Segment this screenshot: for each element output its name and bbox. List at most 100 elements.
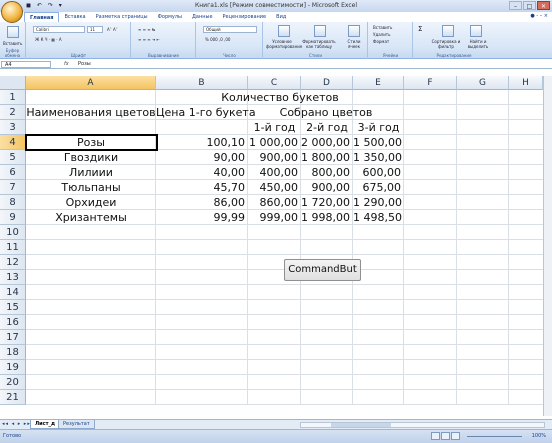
page-layout-view-button[interactable] xyxy=(441,432,450,440)
format-table-icon[interactable] xyxy=(314,25,326,37)
tab-insert[interactable]: Вставка xyxy=(59,12,90,22)
cell-a5[interactable]: Гвоздики xyxy=(26,150,156,165)
page-break-view-button[interactable] xyxy=(451,432,460,440)
sheet-nav-arrows[interactable]: ◂◂ ◂ ▸ ▸▸ xyxy=(2,421,31,427)
cell-b7[interactable]: 45,70 xyxy=(156,180,248,195)
tab-data[interactable]: Данные xyxy=(187,12,218,22)
cell-b2[interactable]: Цена 1-го букета xyxy=(156,105,256,120)
format-table-button[interactable]: Форматировать как таблицу xyxy=(300,39,338,49)
row-header-17[interactable]: 17 xyxy=(0,330,26,345)
paste-icon[interactable] xyxy=(7,26,19,38)
row-header-6[interactable]: 6 xyxy=(0,165,26,180)
office-button[interactable] xyxy=(1,1,23,23)
cell-c5[interactable]: 900,00 xyxy=(248,150,301,165)
formula-input[interactable]: Розы xyxy=(78,60,91,69)
row-header-12[interactable]: 12 xyxy=(0,255,26,270)
insert-cells-button[interactable]: Вставить xyxy=(373,25,392,30)
align-row-1[interactable]: ≡ ≡ ≡ ↹ xyxy=(138,27,155,32)
cell-d5[interactable]: 1 800,00 xyxy=(301,150,353,165)
cell-b9[interactable]: 99,99 xyxy=(156,210,248,225)
horizontal-scrollbar[interactable] xyxy=(300,422,545,428)
cell-e8[interactable]: 1 290,00 xyxy=(353,195,404,210)
zoom-level[interactable]: 100% xyxy=(532,433,546,439)
row-header-4[interactable]: 4 xyxy=(0,135,26,150)
cell-d9[interactable]: 1 998,00 xyxy=(301,210,353,225)
font-size-select[interactable]: 11 xyxy=(87,26,103,33)
font-style-row[interactable]: Ж К Ч · ▦ · A xyxy=(35,37,62,42)
column-header-c[interactable]: C xyxy=(248,76,301,90)
sheet-tab-list-d[interactable]: Лист_д xyxy=(30,420,61,429)
row-header-7[interactable]: 7 xyxy=(0,180,26,195)
cell-a6[interactable]: Лилиии xyxy=(26,165,156,180)
paste-button[interactable]: Вставить xyxy=(3,41,22,46)
row-header-21[interactable]: 21 xyxy=(0,390,26,405)
cell-styles-button[interactable]: Стили ячеек xyxy=(342,39,366,49)
find-select-button[interactable]: Найти и выделить xyxy=(464,39,492,49)
row-header-15[interactable]: 15 xyxy=(0,300,26,315)
cell-a8[interactable]: Орхидеи xyxy=(26,195,156,210)
align-row-2[interactable]: ≡ ≡ ≡ ⇥ ⇤ xyxy=(138,37,160,42)
name-box[interactable]: A4 xyxy=(1,61,51,68)
cell-e9[interactable]: 1 498,50 xyxy=(353,210,404,225)
restore-button[interactable]: □ xyxy=(523,1,536,10)
command-button[interactable]: CommandBut xyxy=(284,259,361,281)
number-format-select[interactable]: Общий xyxy=(203,26,257,33)
tab-review[interactable]: Рецензирование xyxy=(218,12,272,22)
cell-e7[interactable]: 675,00 xyxy=(353,180,404,195)
tab-page-layout[interactable]: Разметка страницы xyxy=(91,12,153,22)
cell-b8[interactable]: 86,00 xyxy=(156,195,248,210)
fx-icon[interactable]: fx xyxy=(64,60,69,69)
column-header-d[interactable]: D xyxy=(301,76,353,90)
cell-c1-title[interactable]: Количество букетов xyxy=(156,90,404,105)
cell-d3[interactable]: 2-й год xyxy=(301,120,353,135)
tab-view[interactable]: Вид xyxy=(271,12,291,22)
cell-d8[interactable]: 1 720,00 xyxy=(301,195,353,210)
cell-d7[interactable]: 900,00 xyxy=(301,180,353,195)
cell-e4[interactable]: 1 500,00 xyxy=(353,135,404,150)
number-format-row[interactable]: % 000 ,0 ,00 xyxy=(205,37,230,42)
cell-d6[interactable]: 800,00 xyxy=(301,165,353,180)
cell-e3[interactable]: 3-й год xyxy=(353,120,404,135)
find-select-icon[interactable] xyxy=(470,25,482,37)
column-header-b[interactable]: B xyxy=(156,76,248,90)
conditional-format-button[interactable]: Условное форматирование xyxy=(266,39,302,49)
row-header-20[interactable]: 20 xyxy=(0,375,26,390)
cell-b5[interactable]: 90,00 xyxy=(156,150,248,165)
sort-filter-button[interactable]: Сортировка и фильтр xyxy=(430,39,462,49)
column-header-e[interactable]: E xyxy=(353,76,404,90)
row-header-14[interactable]: 14 xyxy=(0,285,26,300)
column-header-h[interactable]: H xyxy=(509,76,543,90)
minimize-button[interactable]: – xyxy=(509,1,522,10)
cell-c7[interactable]: 450,00 xyxy=(248,180,301,195)
row-header-11[interactable]: 11 xyxy=(0,240,26,255)
row-header-8[interactable]: 8 xyxy=(0,195,26,210)
format-cells-button[interactable]: Формат xyxy=(373,39,389,44)
conditional-format-icon[interactable] xyxy=(278,25,290,37)
cell-styles-icon[interactable] xyxy=(348,25,360,37)
row-header-16[interactable]: 16 xyxy=(0,315,26,330)
normal-view-button[interactable] xyxy=(431,432,440,440)
cell-a9[interactable]: Хризантемы xyxy=(26,210,156,225)
autosum-button[interactable]: Σ xyxy=(418,25,422,33)
help-icon[interactable]: ● - – × xyxy=(530,13,548,19)
zoom-slider[interactable] xyxy=(467,436,522,437)
cell-c6[interactable]: 400,00 xyxy=(248,165,301,180)
sort-filter-icon[interactable] xyxy=(442,25,454,37)
row-header-9[interactable]: 9 xyxy=(0,210,26,225)
column-header-g[interactable]: G xyxy=(457,76,509,90)
horizontal-scroll-thumb[interactable] xyxy=(331,423,391,427)
select-all-corner[interactable] xyxy=(0,76,26,90)
cell-c9[interactable]: 999,00 xyxy=(248,210,301,225)
cell-e5[interactable]: 1 350,00 xyxy=(353,150,404,165)
row-header-13[interactable]: 13 xyxy=(0,270,26,285)
font-name-select[interactable]: Calibri xyxy=(33,26,85,33)
column-header-a[interactable]: A xyxy=(26,76,156,90)
row-header-19[interactable]: 19 xyxy=(0,360,26,375)
row-header-3[interactable]: 3 xyxy=(0,120,26,135)
cell-e6[interactable]: 600,00 xyxy=(353,165,404,180)
column-header-f[interactable]: F xyxy=(404,76,457,90)
cell-b6[interactable]: 40,00 xyxy=(156,165,248,180)
delete-cells-button[interactable]: Удалить xyxy=(373,32,391,37)
cell-c4[interactable]: 1 000,00 xyxy=(248,135,301,150)
row-header-2[interactable]: 2 xyxy=(0,105,26,120)
